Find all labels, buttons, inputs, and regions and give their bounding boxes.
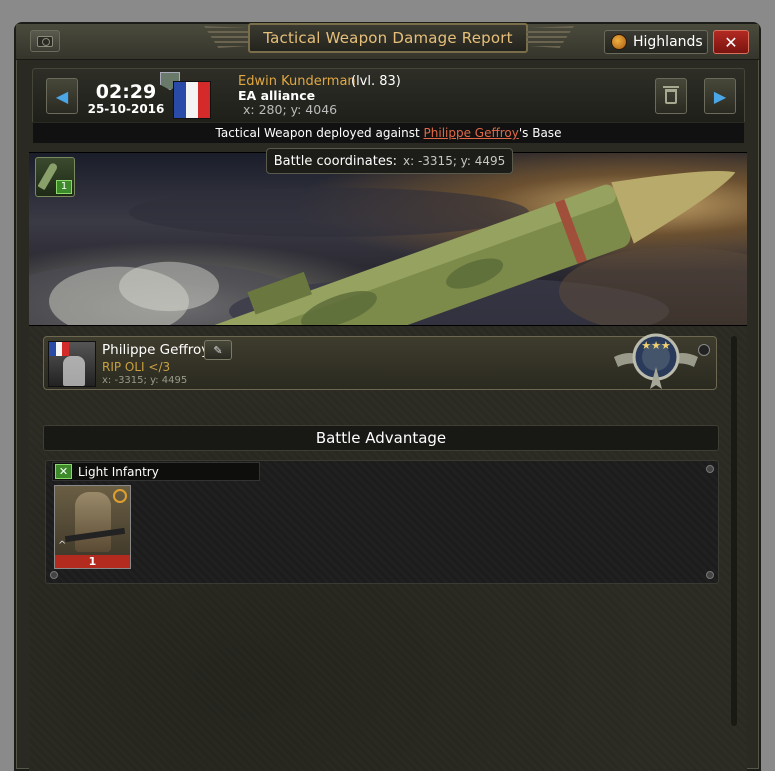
report-window: Tactical Weapon Damage Report Highlands … [14, 22, 761, 771]
defender-guild: RIP OLI </3 [102, 360, 171, 374]
screw-decoration [706, 571, 714, 579]
attacker-coords[interactable]: x: 280; y: 4046 [243, 102, 337, 117]
content-scrollbar[interactable] [731, 336, 737, 726]
unit-card[interactable]: ^ 1 [54, 485, 131, 569]
missile-image: 040 [200, 171, 736, 325]
report-time: 02:29 [95, 81, 157, 103]
report-date: 25-10-2016 [87, 102, 165, 116]
rank-chevron-icon: ^ [58, 540, 67, 551]
deploy-suffix: 's Base [518, 126, 562, 140]
next-report-button[interactable]: ▶ [704, 78, 736, 114]
pin-icon: ✎ [213, 343, 223, 357]
unit-info-icon[interactable] [113, 489, 127, 503]
arrow-right-icon: ▶ [713, 86, 727, 106]
unit-count: 1 [55, 555, 130, 568]
defender-coords[interactable]: x: -3315; y: 4495 [102, 375, 187, 386]
attacker-name[interactable]: Edwin Kunderman [238, 74, 356, 89]
unit-category-header: ✕ Light Infantry [52, 462, 260, 481]
unit-panel: ✕ Light Infantry ^ 1 [45, 460, 719, 584]
camera-icon [37, 35, 53, 47]
battle-coordinates-label: Battle coordinates: [273, 153, 397, 169]
previous-report-button[interactable]: ◀ [46, 78, 78, 114]
server-badge[interactable]: Highlands [604, 30, 708, 54]
flag-icon [173, 81, 211, 119]
window-title: Tactical Weapon Damage Report [248, 23, 528, 53]
close-button[interactable]: ✕ [713, 30, 749, 54]
delete-report-button[interactable] [655, 78, 687, 114]
deploy-prefix: Tactical Weapon deployed against [215, 126, 424, 140]
report-header: ◀ 02:29 25-10-2016 Edwin Kunderman (lvl.… [32, 68, 745, 124]
unit-type-icon: ✕ [55, 464, 72, 479]
battle-banner: 040 1 [29, 152, 747, 326]
globe-icon [611, 34, 627, 50]
defender-portrait [63, 356, 85, 386]
badge-indicator [698, 344, 710, 356]
tactical-weapon-icon[interactable]: 1 [35, 157, 75, 197]
report-content: Philippe Geffroy ✎ RIP OLI </3 x: -3315;… [29, 326, 747, 771]
weapon-count: 1 [56, 180, 72, 194]
trash-icon [663, 85, 679, 104]
pin-button[interactable]: ✎ [204, 340, 232, 360]
deploy-target-link[interactable]: Philippe Geffroy [424, 126, 519, 140]
server-name: Highlands [633, 34, 703, 50]
battle-advantage-header: Battle Advantage [43, 425, 719, 451]
unit-category-label: Light Infantry [78, 464, 159, 479]
attacker-alliance[interactable]: EA alliance [238, 88, 315, 103]
deploy-message: Tactical Weapon deployed against Philipp… [32, 122, 745, 144]
defender-flag-icon [49, 342, 70, 356]
screw-decoration [706, 465, 714, 473]
rank-badge-icon: ★★★ [614, 333, 698, 389]
defender-avatar[interactable] [48, 341, 96, 387]
soldier-portrait [75, 492, 111, 552]
arrow-left-icon: ◀ [55, 86, 69, 106]
defender-info: Philippe Geffroy ✎ RIP OLI </3 x: -3315;… [43, 333, 717, 390]
svg-text:★★★: ★★★ [641, 339, 671, 352]
defender-name[interactable]: Philippe Geffroy [102, 342, 209, 358]
screw-decoration [50, 571, 58, 579]
battle-coordinates[interactable]: Battle coordinates: x: -3315; y: 4495 [266, 148, 513, 174]
screenshot-button[interactable] [30, 30, 60, 52]
battle-coordinates-value: x: -3315; y: 4495 [403, 154, 506, 168]
attacker-level: (lvl. 83) [351, 74, 401, 89]
